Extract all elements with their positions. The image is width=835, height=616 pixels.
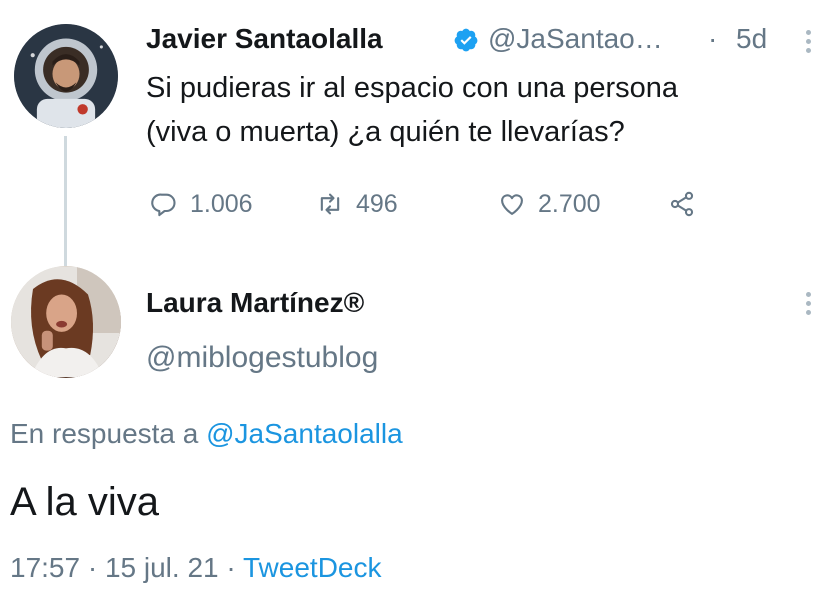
like-count: 2.700 [538, 189, 601, 218]
author-handle[interactable]: @JaSantao… [488, 22, 663, 56]
in-reply-to: En respuesta a @JaSantaolalla [10, 414, 403, 454]
retweet-count: 496 [356, 189, 398, 218]
reply-icon [151, 193, 176, 217]
more-options-icon[interactable] [804, 30, 812, 56]
reply-meta: 17:57 · 15 jul. 21 · TweetDeck [10, 548, 382, 588]
separator-dot: · [708, 23, 718, 54]
reply-count: 1.006 [190, 189, 253, 218]
astronaut-avatar-image [14, 24, 118, 128]
tweet-text-line: Si pudieras ir al espacio con una person… [146, 72, 678, 104]
reply-button[interactable]: 1.006 [150, 184, 253, 224]
tweet-text-line: (viva o muerta) ¿a quién te llevarías? [146, 116, 625, 148]
like-button[interactable]: 2.700 [498, 184, 601, 224]
separator-dot: · [87, 552, 98, 583]
retweet-icon [320, 193, 340, 215]
heart-icon [501, 194, 523, 215]
verified-badge-icon [454, 28, 478, 52]
reply-date[interactable]: 15 jul. 21 [105, 552, 219, 583]
reply-more-options-icon[interactable] [804, 292, 812, 318]
reply-author-name[interactable]: Laura Martínez® [146, 286, 364, 320]
reply-author-handle[interactable]: @miblogestublog [146, 338, 378, 378]
thread-connector-line [64, 136, 67, 266]
separator-dot: · [226, 552, 236, 583]
in-reply-to-mention[interactable]: @JaSantaolalla [206, 418, 403, 449]
author-name[interactable]: Javier Santaolalla [146, 22, 383, 56]
tweet-time[interactable]: 5d [736, 22, 767, 56]
avatar-laura[interactable] [11, 266, 121, 378]
source-link[interactable]: TweetDeck [243, 552, 382, 583]
reply-text: A la viva [10, 480, 159, 524]
tweet-text: Si pudieras ir al espacio con una person… [146, 66, 816, 154]
in-reply-to-prefix: En respuesta a [10, 418, 199, 449]
avatar-javier[interactable] [14, 24, 118, 128]
share-button[interactable] [668, 184, 708, 224]
profile-photo-image [11, 267, 121, 377]
share-icon [670, 191, 694, 217]
reply-time[interactable]: 17:57 [10, 552, 80, 583]
retweet-button[interactable]: 496 [316, 184, 398, 224]
